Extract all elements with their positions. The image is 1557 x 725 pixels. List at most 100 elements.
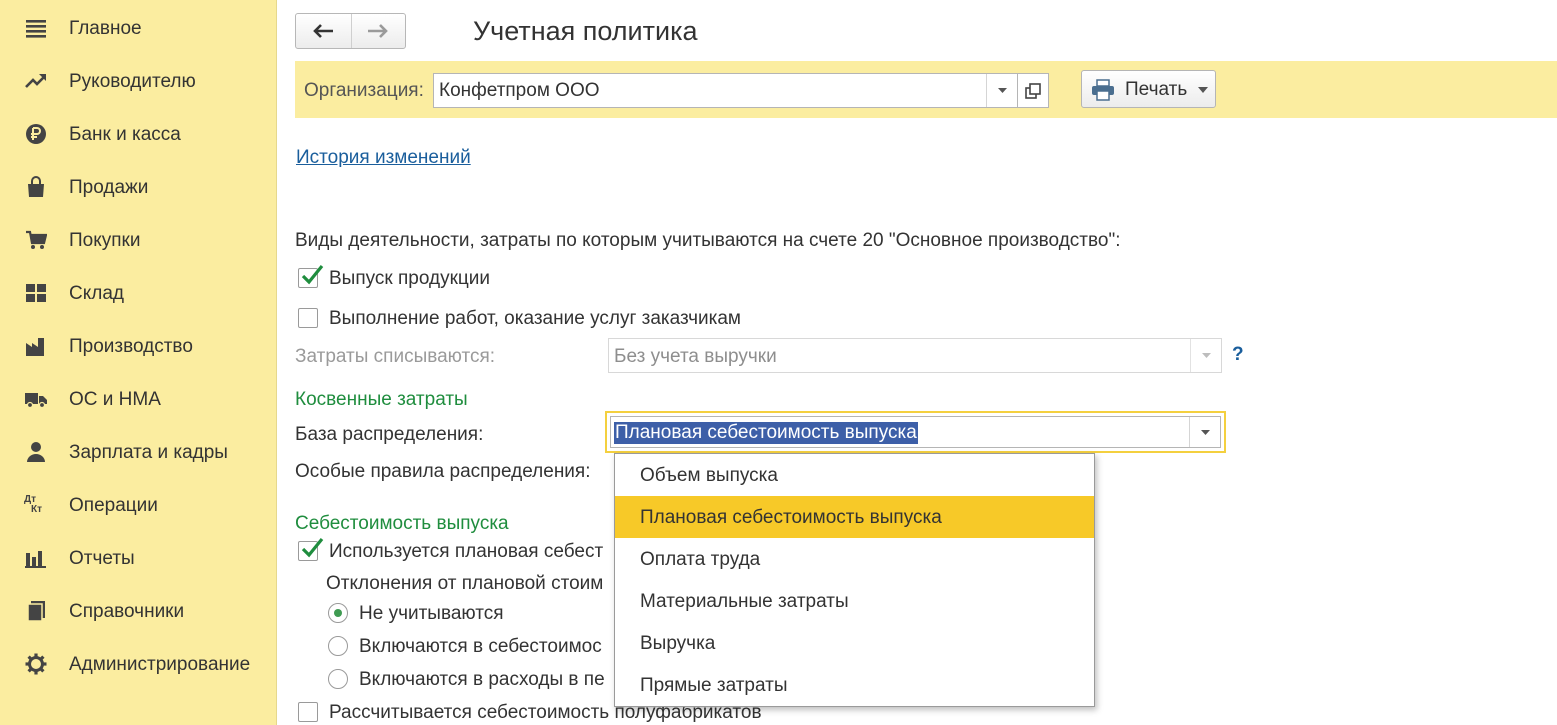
sidebar-item-salary[interactable]: Зарплата и кадры	[0, 432, 277, 472]
distribution-base-dropdown-button[interactable]	[1189, 417, 1220, 447]
checkmark-icon	[301, 264, 324, 285]
sidebar-item-label: Продажи	[69, 177, 149, 198]
dropdown-option[interactable]: Выручка	[615, 622, 1094, 664]
dropdown-option-label: Плановая себестоимость выпуска	[640, 507, 942, 528]
warehouse-icon	[24, 282, 48, 304]
sidebar-item-label: Производство	[69, 336, 193, 357]
sidebar-item-reports[interactable]: Отчеты	[0, 538, 277, 578]
cart-icon	[24, 229, 48, 251]
sidebar-item-label: Зарплата и кадры	[69, 442, 228, 463]
chevron-down-icon	[1201, 353, 1211, 358]
page-title: Учетная политика	[473, 16, 698, 46]
print-button[interactable]: Печать	[1081, 70, 1216, 108]
radio-not-accounted[interactable]	[328, 603, 348, 623]
printer-icon	[1092, 79, 1114, 101]
deviations-label: Отклонения от плановой стоим	[326, 573, 604, 594]
sidebar-item-label: Покупки	[69, 230, 141, 251]
dropdown-option[interactable]: Оплата труда	[615, 538, 1094, 580]
credit-label: Кт	[31, 504, 43, 515]
semi-finished-checkbox[interactable]	[298, 702, 318, 722]
sidebar-item-bank[interactable]: Банк и касса	[0, 114, 277, 154]
organization-field[interactable]	[433, 73, 1018, 108]
output-checkbox[interactable]	[298, 264, 324, 288]
radio-include-expenses[interactable]	[328, 669, 348, 689]
history-link[interactable]: История изменений	[296, 147, 471, 169]
bar-chart-icon	[24, 547, 48, 569]
dropdown-option-label: Материальные затраты	[640, 591, 849, 612]
sidebar-item-label: Справочники	[69, 601, 185, 622]
open-window-icon	[1025, 82, 1041, 99]
organization-bar: Организация: Печать	[295, 61, 1557, 118]
sidebar-item-admin[interactable]: Администрирование	[0, 644, 277, 684]
history-nav	[295, 13, 406, 49]
dropdown-option[interactable]: Прямые затраты	[615, 664, 1094, 706]
debit-credit-icon: Дт Кт	[24, 494, 48, 516]
organization-input[interactable]	[439, 78, 979, 104]
sidebar: Главное Руководителю Банк и касса Продаж…	[0, 0, 277, 725]
dropdown-option[interactable]: Объем выпуска	[615, 454, 1094, 496]
gear-icon	[24, 653, 48, 675]
output-label: Выпуск продукции	[329, 268, 491, 289]
writeoff-value: Без учета выручки	[614, 346, 777, 367]
planned-cost-checkbox[interactable]	[298, 537, 324, 561]
radio-include-cost[interactable]	[328, 636, 348, 656]
dropdown-option-label: Прямые затраты	[640, 675, 788, 696]
sidebar-item-label: Операции	[69, 495, 158, 516]
writeoff-field: Без учета выручки	[608, 338, 1222, 373]
sidebar-item-manager[interactable]: Руководителю	[0, 61, 277, 101]
planned-cost-label: Используется плановая себест	[329, 541, 604, 562]
sidebar-item-directories[interactable]: Справочники	[0, 591, 277, 631]
sidebar-item-sales[interactable]: Продажи	[0, 167, 277, 207]
organization-open-button[interactable]	[1018, 73, 1049, 108]
menu-icon	[24, 17, 48, 39]
sidebar-item-label: Отчеты	[69, 548, 135, 569]
forward-button[interactable]	[350, 14, 406, 48]
sidebar-item-purchases[interactable]: Покупки	[0, 220, 277, 260]
cost-section-title: Себестоимость выпуска	[295, 513, 509, 534]
radio-label: Включаются в расходы в пе	[359, 669, 605, 690]
distribution-base-value: Плановая себестоимость выпуска	[614, 422, 918, 444]
services-checkbox[interactable]	[298, 308, 318, 328]
sidebar-item-fixed-assets[interactable]: ОС и НМА	[0, 379, 277, 419]
sidebar-item-warehouse[interactable]: Склад	[0, 273, 277, 313]
trend-icon	[24, 70, 48, 92]
distribution-base-field[interactable]: Плановая себестоимость выпуска	[605, 411, 1226, 453]
back-button[interactable]	[296, 14, 351, 48]
dropdown-option-label: Оплата труда	[640, 549, 761, 570]
sidebar-item-label: Склад	[69, 283, 124, 304]
writeoff-dropdown-button	[1190, 339, 1221, 372]
print-label: Печать	[1125, 79, 1188, 100]
distribution-base-dropdown-list: Объем выпуска Плановая себестоимость вып…	[614, 453, 1095, 707]
sidebar-item-label: Банк и касса	[69, 124, 181, 145]
distribution-base-input[interactable]: Плановая себестоимость выпуска	[610, 416, 1221, 448]
dropdown-option[interactable]: Материальные затраты	[615, 580, 1094, 622]
indirect-costs-title: Косвенные затраты	[295, 389, 468, 410]
chevron-down-icon	[1200, 429, 1210, 435]
help-icon[interactable]: ?	[1232, 344, 1244, 366]
radio-label: Включаются в себестоимос	[359, 636, 602, 657]
sidebar-item-operations[interactable]: Дт Кт Операции	[0, 485, 277, 525]
activities-heading: Виды деятельности, затраты по которым уч…	[295, 230, 1121, 251]
sidebar-item-label: ОС и НМА	[69, 389, 161, 410]
sidebar-item-label: Руководителю	[69, 71, 196, 92]
ruble-icon	[24, 123, 48, 145]
checkmark-icon	[301, 537, 324, 558]
sidebar-item-label: Главное	[69, 18, 142, 39]
dropdown-option-label: Выручка	[640, 633, 716, 654]
writeoff-label: Затраты списываются:	[295, 346, 496, 367]
organization-label: Организация:	[304, 80, 424, 101]
organization-dropdown-button[interactable]	[986, 74, 1017, 107]
arrow-left-icon	[313, 24, 334, 38]
radio-label: Не учитываются	[359, 603, 504, 624]
truck-icon	[24, 388, 48, 410]
main-content: Учетная политика Организация: Печать Ист…	[277, 0, 1557, 725]
dropdown-option-highlighted[interactable]: Плановая себестоимость выпуска	[615, 496, 1094, 538]
sidebar-item-main[interactable]: Главное	[0, 8, 277, 48]
radio-selected-dot	[334, 609, 342, 617]
dropdown-option-label: Объем выпуска	[640, 465, 778, 486]
sidebar-item-production[interactable]: Производство	[0, 326, 277, 366]
services-label: Выполнение работ, оказание услуг заказчи…	[329, 308, 741, 329]
special-rules-label: Особые правила распределения:	[295, 461, 591, 482]
person-icon	[24, 441, 48, 463]
distribution-base-label: База распределения:	[295, 424, 484, 445]
